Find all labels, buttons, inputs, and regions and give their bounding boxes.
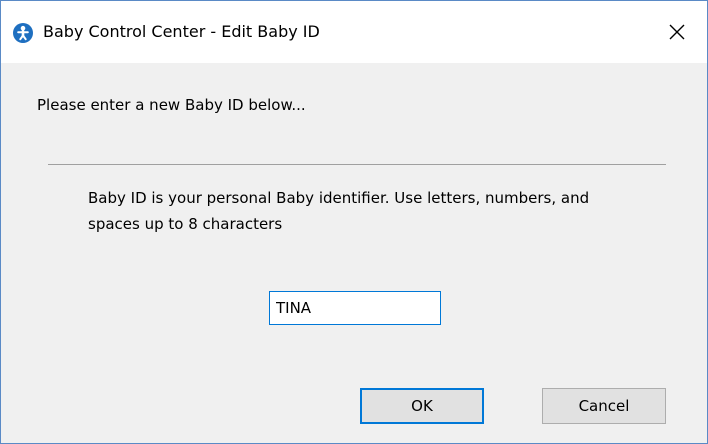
- separator-line: [48, 164, 666, 165]
- dialog-prompt: Please enter a new Baby ID below...: [37, 96, 306, 114]
- window-title: Baby Control Center - Edit Baby ID: [43, 22, 320, 41]
- baby-id-help-text: Baby ID is your personal Baby identifier…: [88, 189, 590, 233]
- close-button[interactable]: [659, 17, 695, 47]
- baby-app-icon: [13, 23, 33, 43]
- edit-baby-id-dialog: Baby Control Center - Edit Baby ID Pleas…: [0, 0, 708, 444]
- close-icon: [659, 24, 695, 51]
- cancel-button[interactable]: Cancel: [542, 388, 666, 424]
- baby-id-input[interactable]: [269, 291, 441, 325]
- title-bar[interactable]: Baby Control Center - Edit Baby ID: [1, 1, 707, 63]
- ok-button[interactable]: OK: [360, 388, 484, 424]
